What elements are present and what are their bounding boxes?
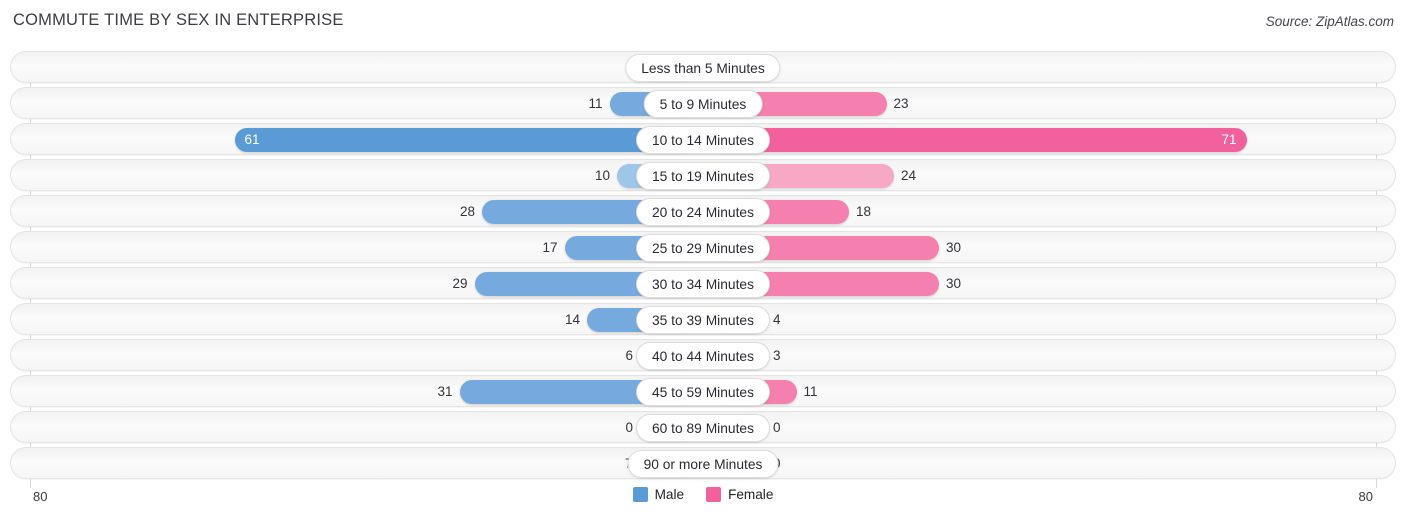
row-bars: 28 18 20 to 24 Minutes (11, 196, 1395, 226)
value-label-female: 3 (773, 348, 781, 363)
category-label: 10 to 14 Minutes (635, 126, 771, 154)
plot-area: 63Less than 5 Minutes11235 to 9 Minutes6… (0, 51, 1406, 488)
table-row[interactable]: 6 3 40 to 44 Minutes (10, 339, 1396, 371)
legend-label: Male (654, 487, 685, 502)
category-label: 60 to 89 Minutes (635, 414, 771, 442)
category-label: 20 to 24 Minutes (635, 198, 771, 226)
value-label-male: 14 (564, 312, 580, 327)
value-label-female: 4 (773, 312, 781, 327)
source-attribution: Source: ZipAtlas.com (1265, 14, 1394, 29)
bar-male[interactable] (234, 128, 692, 152)
value-label-male: 0 (625, 420, 633, 435)
value-label-female: 18 (856, 204, 872, 219)
legend-label: Female (728, 487, 774, 502)
chart-legend: Male Female (0, 487, 1406, 502)
value-label-female: 23 (893, 96, 909, 111)
table-row[interactable]: 61 71 10 to 14 Minutes (10, 123, 1396, 155)
value-label-male: 31 (437, 384, 453, 399)
value-label-male: 17 (542, 240, 558, 255)
row-bars: 7 090 or more Minutes (11, 448, 1395, 478)
table-row[interactable]: 29 30 30 to 34 Minutes (10, 267, 1396, 299)
bar-female[interactable] (714, 128, 1247, 152)
row-bars: 29 30 30 to 34 Minutes (11, 268, 1395, 298)
value-label-male: 28 (459, 204, 475, 219)
row-bars: 0 0 60 to 89 Minutes (11, 412, 1395, 442)
value-label-male: 6 (625, 348, 633, 363)
row-bars: 14 4 35 to 39 Minutes (11, 304, 1395, 334)
row-bars: 10 24 15 to 19 Minutes (11, 160, 1395, 190)
category-label: 25 to 29 Minutes (635, 234, 771, 262)
value-label-female: 0 (773, 448, 813, 480)
chart-container: COMMUTE TIME BY SEX IN ENTERPRISE Source… (0, 0, 1406, 523)
category-label: 15 to 19 Minutes (635, 162, 771, 190)
value-label-female: 30 (946, 240, 962, 255)
legend-swatch-icon (706, 487, 722, 502)
legend-item-female[interactable]: Female (706, 487, 773, 502)
category-label: 90 or more Minutes (627, 450, 779, 478)
value-label-female: 30 (946, 276, 962, 291)
page-title: COMMUTE TIME BY SEX IN ENTERPRISE (13, 11, 344, 29)
row-bars: 31 11 45 to 59 Minutes (11, 376, 1395, 406)
category-label: Less than 5 Minutes (625, 54, 781, 82)
category-label: 35 to 39 Minutes (635, 306, 771, 334)
table-row[interactable]: 28 18 20 to 24 Minutes (10, 195, 1396, 227)
table-row[interactable]: 63Less than 5 Minutes (10, 51, 1396, 83)
table-row[interactable]: 0 0 60 to 89 Minutes (10, 411, 1396, 443)
value-label-male: 7 (593, 448, 633, 480)
table-row[interactable]: 7 090 or more Minutes (10, 447, 1396, 479)
table-row[interactable]: 11 23 5 to 9 Minutes (10, 87, 1396, 119)
category-label: 30 to 34 Minutes (635, 270, 771, 298)
value-label-female: 24 (901, 168, 917, 183)
value-label-male: 29 (452, 276, 468, 291)
legend-item-male[interactable]: Male (632, 487, 685, 502)
value-label-female: 0 (773, 420, 781, 435)
legend-swatch-icon (632, 487, 648, 502)
category-label: 40 to 44 Minutes (635, 342, 771, 370)
value-label-male: 61 (244, 132, 260, 147)
value-label-female: 71 (1221, 132, 1237, 147)
table-row[interactable]: 17 30 25 to 29 Minutes (10, 231, 1396, 263)
value-label-male: 10 (594, 168, 610, 183)
table-row[interactable]: 31 11 45 to 59 Minutes (10, 375, 1396, 407)
category-label: 45 to 59 Minutes (635, 378, 771, 406)
table-row[interactable]: 14 4 35 to 39 Minutes (10, 303, 1396, 335)
row-bars: 17 30 25 to 29 Minutes (11, 232, 1395, 262)
row-bars: 63Less than 5 Minutes (11, 52, 1395, 82)
table-row[interactable]: 10 24 15 to 19 Minutes (10, 159, 1396, 191)
value-label-female: 11 (803, 384, 818, 399)
row-bars: 61 71 10 to 14 Minutes (11, 124, 1395, 154)
value-label-male: 11 (588, 96, 603, 111)
category-label: 5 to 9 Minutes (643, 90, 763, 118)
row-bars: 11 23 5 to 9 Minutes (11, 88, 1395, 118)
row-bars: 6 3 40 to 44 Minutes (11, 340, 1395, 370)
